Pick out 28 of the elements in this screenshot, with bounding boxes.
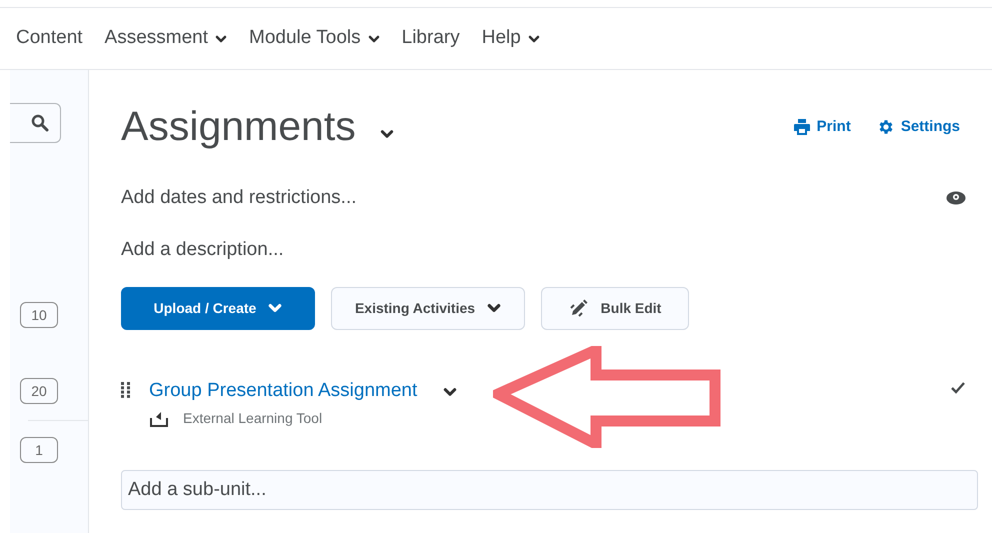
nav-menu-item[interactable]: Assessment xyxy=(104,24,228,53)
add-dates-link[interactable]: Add dates and restrictions... xyxy=(121,184,357,212)
bulk-edit-button[interactable]: Bulk Edit xyxy=(541,286,689,330)
printer-icon xyxy=(792,118,811,136)
assignment-link[interactable]: Group Presentation Assignment xyxy=(149,376,418,405)
eye-icon xyxy=(946,190,966,205)
print-link[interactable]: Print xyxy=(792,116,851,138)
pencil-icon xyxy=(568,298,589,318)
drag-handle-icon[interactable] xyxy=(121,382,131,398)
count-badge: 20 xyxy=(20,378,58,404)
count-badge: 1 xyxy=(20,437,58,463)
nav-menu-item[interactable]: Content xyxy=(16,24,83,53)
settings-link[interactable]: Settings xyxy=(876,116,960,138)
item-type: External Learning Tool xyxy=(183,409,322,428)
nav-menu-item[interactable]: Library xyxy=(402,24,460,53)
nav-menu-item[interactable]: Help xyxy=(482,24,540,53)
sub-unit-field[interactable]: Add a sub-unit... xyxy=(121,470,978,510)
add-description-link[interactable]: Add a description... xyxy=(121,236,284,264)
upload-tray-icon xyxy=(149,410,169,428)
settings-icon xyxy=(876,118,895,136)
checkmark-icon xyxy=(950,380,966,394)
existing-activities-button[interactable]: Existing Activities xyxy=(331,286,525,330)
page-title: Assignments xyxy=(121,102,356,151)
search-icon xyxy=(30,113,50,133)
nav-menu-item[interactable]: Module Tools xyxy=(249,24,380,53)
count-badge: 10 xyxy=(20,302,58,328)
search-field[interactable] xyxy=(10,103,61,143)
upload-create-button[interactable]: Upload / Create xyxy=(121,286,315,330)
